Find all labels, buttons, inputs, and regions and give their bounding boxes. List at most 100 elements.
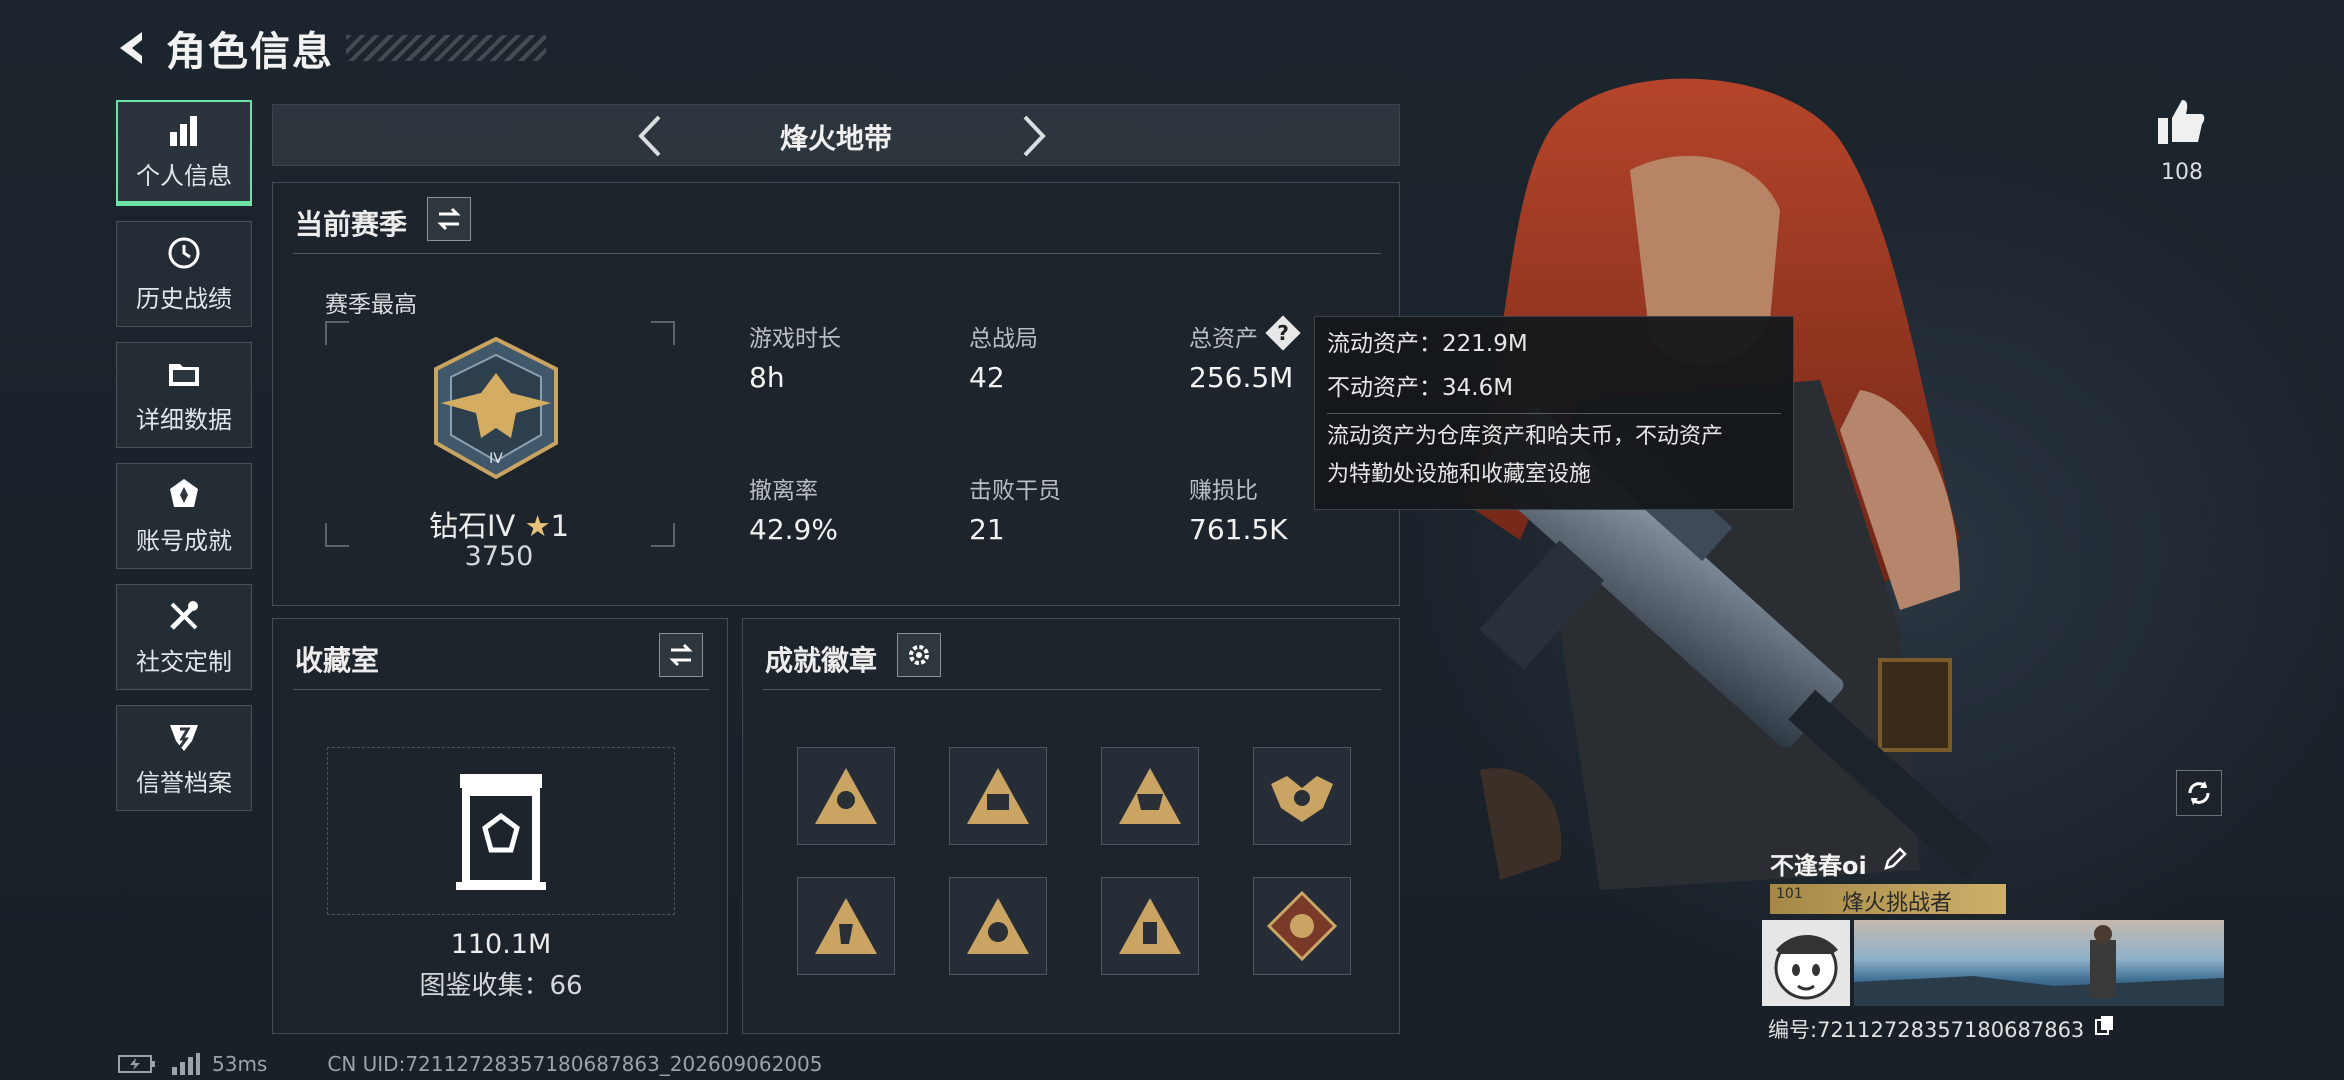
tools-icon xyxy=(170,600,198,630)
ping-text: 53ms xyxy=(212,1052,268,1076)
likes-count: 108 xyxy=(2161,160,2203,185)
player-name: 不逢春oi xyxy=(1770,852,1867,880)
collection-title: 收藏室 xyxy=(295,644,380,677)
bar-chart-icon xyxy=(170,116,197,146)
achievement-badge[interactable] xyxy=(797,747,895,845)
badge-icon xyxy=(170,478,198,507)
collection-index: 图鉴收集：66 xyxy=(419,971,583,1001)
season-panel: 当前赛季 赛季最高 IV 钻石IV ★1 3750 游戏时长 8h 总战局 42… xyxy=(272,182,1400,606)
achievements-settings-button[interactable] xyxy=(897,633,941,677)
rank-emblem-icon: IV xyxy=(434,336,558,480)
player-title: 烽火挑战者 xyxy=(1842,891,1953,916)
collection-value: 110.1M xyxy=(450,929,552,960)
stat-label: 撤离率 xyxy=(749,478,818,504)
rank-stars: 1 xyxy=(550,509,570,543)
sidebar-item-label: 历史战绩 xyxy=(136,284,232,313)
achievement-badge[interactable] xyxy=(1253,747,1351,845)
help-icon[interactable]: ? xyxy=(1267,317,1299,349)
mode-selector: 烽火地带 xyxy=(272,104,1400,166)
stat-value: 256.5M xyxy=(1189,361,1294,394)
collection-preview[interactable] xyxy=(327,747,675,915)
clock-icon xyxy=(168,237,200,268)
sidebar-item-label: 详细数据 xyxy=(136,405,232,434)
achievement-badge[interactable] xyxy=(949,747,1047,845)
achievement-icon xyxy=(967,898,1029,954)
achievement-icon xyxy=(1119,898,1181,954)
sidebar-item-history[interactable]: 历史战绩 xyxy=(116,221,252,327)
achievement-badge[interactable] xyxy=(797,877,895,975)
sidebar-item-achievements[interactable]: 账号成就 xyxy=(116,463,252,569)
sidebar-item-label: 账号成就 xyxy=(136,526,232,555)
battery-icon xyxy=(118,1055,155,1073)
stat-value: 8h xyxy=(749,361,785,394)
achievement-icon xyxy=(815,768,877,824)
sidebar-item-label: 信誉档案 xyxy=(136,768,232,797)
season-title: 当前赛季 xyxy=(295,208,408,241)
stat-value: 42.9% xyxy=(749,513,838,546)
achievement-badge[interactable] xyxy=(1253,877,1351,975)
sidebar-item-label: 社交定制 xyxy=(136,647,232,676)
swap-icon xyxy=(669,643,693,667)
next-mode-arrow-icon[interactable] xyxy=(1013,113,1053,159)
tooltip-desc-2: 为特勤处设施和收藏室设施 xyxy=(1327,462,1592,487)
mode-title: 烽火地带 xyxy=(779,122,892,155)
assets-tooltip: 流动资产：221.9M 不动资产：34.6M 流动资产为仓库资产和哈夫币，不动资… xyxy=(1314,316,1794,510)
sidebar-item-social[interactable]: 社交定制 xyxy=(116,584,252,690)
tooltip-fixed: 不动资产：34.6M xyxy=(1327,375,1514,401)
star-icon: ★ xyxy=(524,509,551,543)
achievements-panel: 成就徽章 xyxy=(742,618,1400,1034)
stat-label: 总战局 xyxy=(969,326,1038,352)
sidebar-item-label: 个人信息 xyxy=(136,162,232,190)
header: 角色信息 xyxy=(110,18,546,78)
collection-panel: 收藏室 110.1M 图鉴收集：66 xyxy=(272,618,728,1034)
status-bar: 53ms CN UID:72112728357180687863_2026090… xyxy=(118,1052,823,1076)
thumbs-up-icon[interactable] xyxy=(2156,98,2206,146)
stat-label: 击败干员 xyxy=(969,478,1061,504)
refresh-button[interactable] xyxy=(2176,770,2222,816)
rank-score: 3750 xyxy=(464,541,534,572)
folder-icon xyxy=(169,363,199,386)
edit-icon[interactable] xyxy=(1882,846,1908,872)
sidebar-item-personal-info[interactable]: 个人信息 xyxy=(116,100,252,206)
player-banner xyxy=(1854,920,2224,1006)
banner-figure-icon xyxy=(1854,925,2224,1006)
shield-icon xyxy=(170,724,198,751)
swap-icon xyxy=(437,207,461,231)
uid-text: CN UID:72112728357180687863_202609062005 xyxy=(327,1052,823,1076)
gear-icon xyxy=(909,645,929,665)
achievement-badge[interactable] xyxy=(1101,747,1199,845)
achievement-icon xyxy=(815,898,877,954)
avatar[interactable] xyxy=(1762,920,1850,1006)
sidebar: 个人信息 历史战绩 详细数据 账号成就 社交定制 信誉档案 xyxy=(116,100,254,826)
season-best-label: 赛季最高 xyxy=(325,292,417,318)
achievements-title: 成就徽章 xyxy=(765,644,878,677)
achievement-icon xyxy=(1119,768,1181,824)
player-title-badge: 101 烽火挑战者 xyxy=(1770,884,2006,916)
page-title: 角色信息 xyxy=(166,29,334,75)
stat-value: 42 xyxy=(969,361,1005,394)
stat-value: 21 xyxy=(969,513,1005,546)
season-switch-button[interactable] xyxy=(427,197,471,241)
stat-label: 游戏时长 xyxy=(749,326,841,352)
achievement-badge[interactable] xyxy=(1101,877,1199,975)
player-card: 不逢春oi 101 烽火挑战者 编号:72112728357180687863 xyxy=(1758,836,2224,1046)
back-button[interactable] xyxy=(110,26,154,70)
sidebar-item-reputation[interactable]: 信誉档案 xyxy=(116,705,252,811)
stat-value: 761.5K xyxy=(1189,513,1288,546)
refresh-icon xyxy=(2188,781,2210,805)
sidebar-item-details[interactable]: 详细数据 xyxy=(116,342,252,448)
stat-label: 总资产 xyxy=(1189,326,1258,352)
achievement-icon xyxy=(1267,891,1337,961)
header-decoration xyxy=(346,35,546,61)
tooltip-liquid: 流动资产：221.9M xyxy=(1327,331,1528,357)
achievement-badge[interactable] xyxy=(949,877,1047,975)
rank-name: 钻石IV xyxy=(428,509,516,543)
achievement-icon xyxy=(967,768,1029,824)
avatar-face-icon xyxy=(1774,935,1838,1000)
collection-switch-button[interactable] xyxy=(659,633,703,677)
player-level: 101 xyxy=(1776,886,1803,902)
signal-icon xyxy=(172,1053,200,1075)
stat-label: 赚损比 xyxy=(1189,478,1258,504)
player-id: 编号:72112728357180687863 xyxy=(1768,1018,2085,1042)
copy-icon[interactable] xyxy=(2094,1014,2116,1036)
